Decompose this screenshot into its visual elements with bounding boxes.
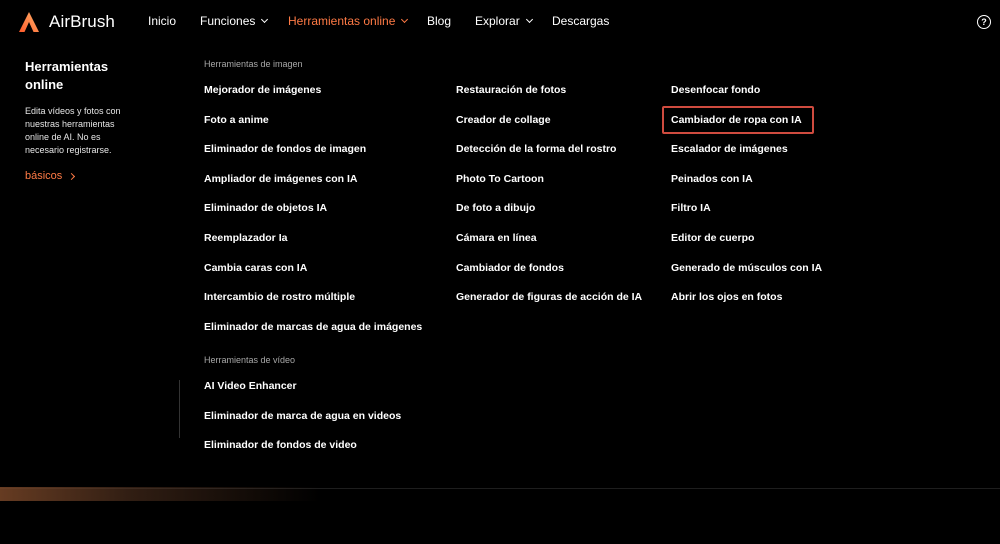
tool-link[interactable]: AI Video Enhancer: [204, 380, 297, 392]
chevron-down-icon: [261, 15, 269, 24]
tool-link[interactable]: Filtro IA: [671, 202, 711, 214]
tool-link[interactable]: Photo To Cartoon: [456, 173, 544, 185]
tool-link[interactable]: Escalador de imágenes: [671, 143, 788, 155]
video-tools-label: Herramientas de vídeo: [204, 355, 296, 365]
chevron-down-icon: [401, 15, 409, 24]
tool-link[interactable]: Creador de collage: [456, 114, 551, 126]
tool-link[interactable]: Detección de la forma del rostro: [456, 143, 616, 155]
help-icon[interactable]: ?: [977, 15, 991, 29]
tool-link[interactable]: Abrir los ojos en fotos: [671, 291, 782, 303]
tool-link[interactable]: Eliminador de marcas de agua de imágenes: [204, 321, 422, 333]
tool-link[interactable]: Generador de figuras de acción de IA: [456, 291, 642, 303]
tool-link[interactable]: Ampliador de imágenes con IA: [204, 173, 357, 185]
nav-herramientas-online[interactable]: Herramientas online: [288, 14, 409, 28]
tool-link[interactable]: Mejorador de imágenes: [204, 84, 321, 96]
tool-link[interactable]: Cámara en línea: [456, 232, 537, 244]
tool-link[interactable]: Eliminador de objetos IA: [204, 202, 327, 214]
accent-gradient-bar: [0, 487, 320, 501]
vertical-divider: [179, 380, 180, 438]
chevron-down-icon: [525, 15, 533, 24]
tool-link[interactable]: Eliminador de marca de agua en videos: [204, 410, 401, 422]
tool-link[interactable]: Generado de músculos con IA: [671, 262, 822, 274]
airbrush-logo-icon: [19, 12, 39, 32]
tool-link[interactable]: Peinados con IA: [671, 173, 753, 185]
tool-link[interactable]: Cambia caras con IA: [204, 262, 307, 274]
tool-link[interactable]: Cambiador de fondos: [456, 262, 564, 274]
nav-inicio[interactable]: Inicio: [148, 14, 176, 28]
tool-link[interactable]: Intercambio de rostro múltiple: [204, 291, 355, 303]
tool-link[interactable]: Editor de cuerpo: [671, 232, 754, 244]
image-tools-label: Herramientas de imagen: [204, 59, 303, 69]
chevron-right-icon: [68, 172, 76, 180]
tool-link[interactable]: Eliminador de fondos de video: [204, 439, 357, 451]
tool-link[interactable]: Reemplazador Ia: [204, 232, 287, 244]
menu-description: Edita vídeos y fotos con nuestras herram…: [25, 106, 121, 155]
nav-blog[interactable]: Blog: [427, 14, 451, 28]
brand-logo[interactable]: AirBrush: [18, 11, 115, 33]
tool-link-highlighted[interactable]: Cambiador de ropa con IA: [671, 114, 802, 126]
tool-link[interactable]: Restauración de fotos: [456, 84, 566, 96]
nav-funciones[interactable]: Funciones: [200, 14, 269, 28]
tool-link[interactable]: Eliminador de fondos de imagen: [204, 143, 366, 155]
nav-descargas[interactable]: Descargas: [552, 14, 609, 28]
basicos-link[interactable]: básicos: [25, 170, 76, 182]
brand-name: AirBrush: [49, 12, 115, 31]
top-nav: AirBrush Inicio Funciones Herramientas o…: [0, 0, 1000, 44]
nav-explorar[interactable]: Explorar: [475, 14, 533, 28]
tool-link[interactable]: Foto a anime: [204, 114, 269, 126]
tool-link[interactable]: Desenfocar fondo: [671, 84, 760, 96]
menu-title: Herramientas online: [25, 59, 109, 92]
tool-link[interactable]: De foto a dibujo: [456, 202, 535, 214]
